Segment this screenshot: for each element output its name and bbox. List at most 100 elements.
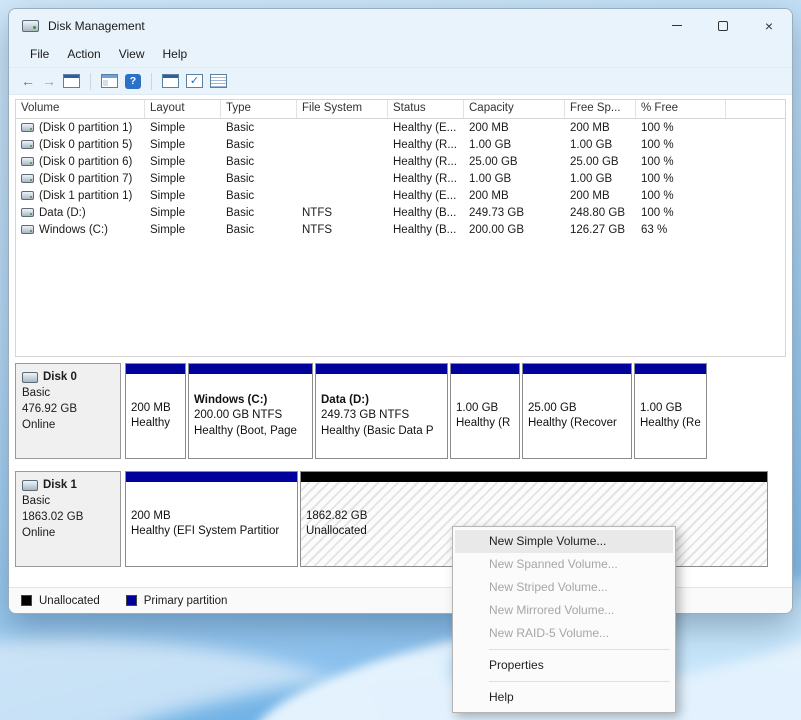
legend-unallocated: Unallocated: [21, 595, 100, 607]
menu-item-properties[interactable]: Properties: [455, 654, 673, 677]
toolbar: ← → ? ✓: [9, 68, 792, 95]
column-layout[interactable]: Layout: [145, 100, 221, 118]
cell-pct-free: 100 %: [636, 173, 726, 185]
partition-windows-c[interactable]: Windows (C:)200.00 GB NTFSHealthy (Boot,…: [188, 363, 313, 459]
primary-partition-swatch: [126, 595, 137, 606]
cell-pct-free: 63 %: [636, 224, 726, 236]
primary-partition-stripe: [189, 364, 312, 374]
cell-type: Basic: [221, 207, 297, 219]
menu-item-new-simple-volume[interactable]: New Simple Volume...: [455, 530, 673, 553]
cell-type: Basic: [221, 139, 297, 151]
menu-view[interactable]: View: [110, 42, 154, 67]
partition-disk0-efi[interactable]: 200 MBHealthy: [125, 363, 186, 459]
column-capacity[interactable]: Capacity: [464, 100, 565, 118]
show-hide-panel-icon[interactable]: [101, 74, 118, 88]
disk-1-info[interactable]: Disk 1 Basic 1863.02 GB Online: [15, 471, 121, 567]
volume-row[interactable]: (Disk 1 partition 1) Simple Basic Health…: [16, 187, 785, 204]
context-menu: New Simple Volume... New Spanned Volume.…: [452, 526, 676, 713]
disk-0-row: Disk 0 Basic 476.92 GB Online 200 MBHeal…: [15, 363, 768, 459]
disk-status: Online: [22, 417, 114, 433]
titlebar[interactable]: Disk Management ×: [9, 9, 792, 42]
volume-name: (Disk 0 partition 5): [39, 139, 132, 151]
cell-layout: Simple: [145, 122, 221, 134]
cell-pct-free: 100 %: [636, 156, 726, 168]
app-disk-icon: [22, 20, 39, 32]
maximize-button[interactable]: [700, 9, 746, 42]
volume-disk-icon: [21, 225, 34, 234]
partition-size: 200 MB: [131, 509, 292, 525]
unallocated-swatch: [21, 595, 32, 606]
column-free-space[interactable]: Free Sp...: [565, 100, 636, 118]
column-status[interactable]: Status: [388, 100, 464, 118]
back-arrow-icon[interactable]: ←: [21, 74, 35, 88]
console-window-icon[interactable]: [63, 74, 80, 88]
volume-row[interactable]: (Disk 0 partition 1) Simple Basic Health…: [16, 119, 785, 136]
export-list-icon[interactable]: [162, 74, 179, 88]
cell-capacity: 200 MB: [464, 122, 565, 134]
menu-help[interactable]: Help: [154, 42, 197, 67]
menu-item-new-mirrored-volume: New Mirrored Volume...: [455, 599, 673, 622]
volume-row[interactable]: Windows (C:) Simple Basic NTFS Healthy (…: [16, 221, 785, 238]
cell-layout: Simple: [145, 156, 221, 168]
cell-free-space: 200 MB: [565, 190, 636, 202]
cell-pct-free: 100 %: [636, 122, 726, 134]
cell-type: Basic: [221, 190, 297, 202]
volume-disk-icon: [21, 123, 34, 132]
partition-status: Healthy (EFI System Partitior: [131, 524, 292, 540]
column-file-system[interactable]: File System: [297, 100, 388, 118]
forward-arrow-icon[interactable]: →: [42, 74, 56, 88]
volume-row[interactable]: Data (D:) Simple Basic NTFS Healthy (B..…: [16, 204, 785, 221]
menu-bar: File Action View Help: [9, 42, 792, 68]
legend-label: Unallocated: [39, 595, 100, 607]
volume-name: Data (D:): [39, 207, 86, 219]
partition-status: Healthy (Recover: [528, 416, 626, 432]
partition-data-d[interactable]: Data (D:)249.73 GB NTFSHealthy (Basic Da…: [315, 363, 448, 459]
checkmark-icon[interactable]: ✓: [186, 74, 203, 88]
partition-disk0-recovery-3[interactable]: 1.00 GBHealthy (Re: [634, 363, 707, 459]
cell-free-space: 248.80 GB: [565, 207, 636, 219]
menu-file[interactable]: File: [21, 42, 58, 67]
cell-type: Basic: [221, 224, 297, 236]
legend-primary-partition: Primary partition: [126, 595, 228, 607]
disk-type: Basic: [22, 493, 114, 509]
partition-status: Healthy (R: [456, 416, 514, 432]
partition-disk1-efi[interactable]: 200 MBHealthy (EFI System Partitior: [125, 471, 298, 567]
cell-status: Healthy (B...: [388, 207, 464, 219]
column-volume[interactable]: Volume: [16, 100, 145, 118]
cell-layout: Simple: [145, 207, 221, 219]
disk-icon: [22, 372, 38, 383]
maximize-icon: [718, 21, 728, 31]
menu-item-help[interactable]: Help: [455, 686, 673, 709]
cell-status: Healthy (R...: [388, 139, 464, 151]
partition-size: 200.00 GB NTFS: [194, 408, 307, 424]
cell-type: Basic: [221, 173, 297, 185]
window-title: Disk Management: [48, 19, 145, 33]
volume-disk-icon: [21, 157, 34, 166]
partition-disk0-recovery-2[interactable]: 25.00 GBHealthy (Recover: [522, 363, 632, 459]
cell-free-space: 1.00 GB: [565, 139, 636, 151]
cell-free-space: 1.00 GB: [565, 173, 636, 185]
volume-row[interactable]: (Disk 0 partition 6) Simple Basic Health…: [16, 153, 785, 170]
volume-row[interactable]: (Disk 0 partition 7) Simple Basic Health…: [16, 170, 785, 187]
cell-capacity: 1.00 GB: [464, 173, 565, 185]
cell-layout: Simple: [145, 190, 221, 202]
cell-file-system: NTFS: [297, 224, 388, 236]
disk-0-info[interactable]: Disk 0 Basic 476.92 GB Online: [15, 363, 121, 459]
close-button[interactable]: ×: [746, 9, 792, 42]
menu-item-new-raid5-volume: New RAID-5 Volume...: [455, 622, 673, 645]
details-view-icon[interactable]: [210, 74, 227, 88]
volume-name: (Disk 0 partition 7): [39, 173, 132, 185]
disk-type: Basic: [22, 385, 114, 401]
help-icon[interactable]: ?: [125, 74, 141, 89]
column-type[interactable]: Type: [221, 100, 297, 118]
partition-disk0-recovery-1[interactable]: 1.00 GBHealthy (R: [450, 363, 520, 459]
column-pct-free[interactable]: % Free: [636, 100, 726, 118]
menu-action[interactable]: Action: [58, 42, 109, 67]
minimize-icon: [672, 25, 682, 26]
volume-row[interactable]: (Disk 0 partition 5) Simple Basic Health…: [16, 136, 785, 153]
menu-separator: [489, 649, 670, 650]
partition-size: 1862.82 GB: [306, 509, 762, 525]
volume-list-header: Volume Layout Type File System Status Ca…: [16, 100, 785, 119]
volume-list: Volume Layout Type File System Status Ca…: [15, 99, 786, 357]
minimize-button[interactable]: [654, 9, 700, 42]
